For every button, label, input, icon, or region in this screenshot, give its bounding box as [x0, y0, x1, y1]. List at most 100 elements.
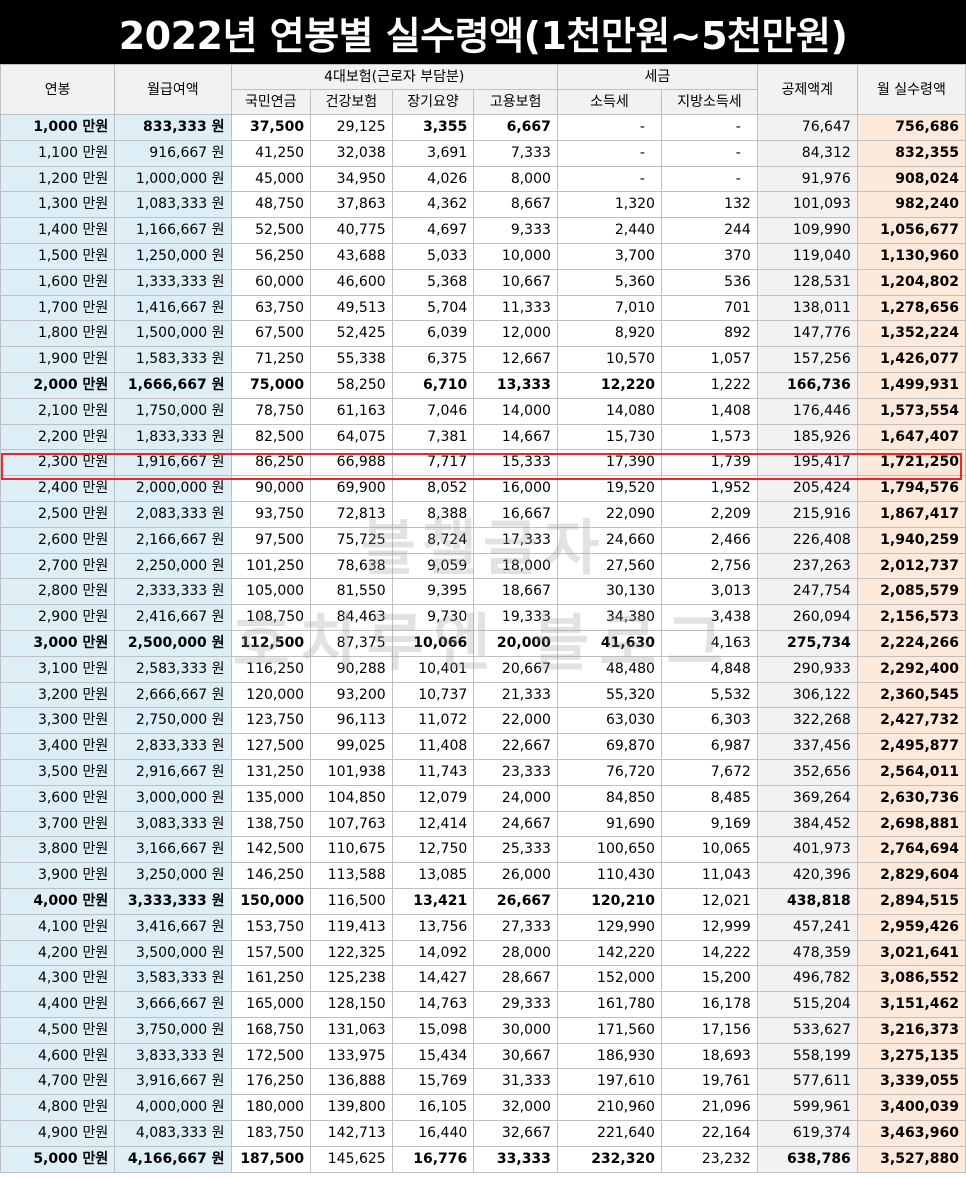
cell-monthly: 2,000,000 원 [114, 475, 232, 502]
cell-local-tax: 11,043 [660, 862, 758, 889]
cell-local-tax: 1,057 [660, 346, 758, 373]
cell-employment: 24,000 [473, 784, 558, 812]
cell-monthly: 3,166,667 원 [114, 836, 232, 864]
cell-longterm: 5,704 [391, 294, 475, 322]
cell-health: 119,413 [310, 913, 393, 941]
cell-local-tax: 4,163 [660, 629, 758, 657]
cell-longterm: 14,092 [391, 939, 475, 967]
cell-pension: 52,500 [230, 217, 312, 244]
cell-monthly: 2,666,667 원 [114, 681, 232, 709]
cell-income-tax: 142,220 [556, 939, 662, 967]
cell-local-tax: 23,232 [660, 1145, 758, 1173]
cell-salary: 1,100 만원 [0, 139, 116, 167]
cell-monthly: 2,500,000 원 [114, 629, 232, 657]
cell-net-monthly: 1,204,802 [856, 268, 966, 296]
cell-deduction-total: 215,916 [756, 500, 858, 528]
cell-income-tax: 2,440 [556, 217, 662, 244]
cell-income-tax: 110,430 [556, 862, 662, 889]
cell-employment: 9,333 [473, 217, 558, 244]
cell-monthly: 3,416,667 원 [114, 913, 232, 941]
cell-monthly: 3,750,000 원 [114, 1016, 232, 1044]
cell-longterm: 4,026 [391, 165, 475, 193]
cell-salary: 1,700 만원 [0, 294, 116, 322]
cell-salary: 4,100 만원 [0, 913, 116, 941]
cell-salary: 3,800 만원 [0, 836, 116, 864]
cell-pension: 63,750 [230, 294, 312, 322]
cell-pension: 127,500 [230, 733, 312, 760]
cell-deduction-total: 384,452 [756, 810, 858, 838]
cell-salary: 4,000 만원 [0, 887, 116, 915]
cell-local-tax: 244 [660, 217, 758, 244]
cell-health: 107,763 [310, 810, 393, 838]
cell-pension: 93,750 [230, 500, 312, 528]
cell-salary: 1,500 만원 [0, 242, 116, 270]
cell-monthly: 2,416,667 원 [114, 604, 232, 631]
cell-health: 142,713 [310, 1120, 393, 1147]
cell-local-tax: 15,200 [660, 965, 758, 993]
cell-monthly: 2,916,667 원 [114, 758, 232, 786]
table-row: 3,200 만원 2,666,667 원 120,000 93,200 10,737 21… [0, 681, 966, 709]
cell-income-tax: 69,870 [556, 733, 662, 760]
table-row: 3,800 만원 3,166,667 원 142,500 110,675 12,750 2… [0, 836, 966, 864]
cell-salary: 3,500 만원 [0, 758, 116, 786]
cell-income-tax: 5,360 [556, 268, 662, 296]
header-monthly: 월급여액 [114, 64, 232, 115]
cell-employment: 13,333 [473, 371, 558, 399]
cell-local-tax: 536 [660, 268, 758, 296]
table-row: 4,200 만원 3,500,000 원 157,500 122,325 14,092 2… [0, 939, 966, 967]
cell-monthly: 1,083,333 원 [114, 191, 232, 219]
cell-employment: 17,333 [473, 526, 558, 554]
table-row: 2,900 만원 2,416,667 원 108,750 84,463 9,730 19,… [0, 604, 966, 631]
cell-health: 99,025 [310, 733, 393, 760]
cell-income-tax: 8,920 [556, 320, 662, 348]
cell-employment: 15,333 [473, 449, 558, 477]
cell-deduction-total: 352,656 [756, 758, 858, 786]
cell-health: 133,975 [310, 1042, 393, 1070]
cell-net-monthly: 2,012,737 [856, 552, 966, 580]
cell-health: 52,425 [310, 320, 393, 348]
table-row: 4,900 만원 4,083,333 원 183,750 142,713 16,440 3… [0, 1120, 966, 1147]
table-row: 1,300 만원 1,083,333 원 48,750 37,863 4,362 8,66… [0, 191, 966, 219]
cell-employment: 26,000 [473, 862, 558, 889]
cell-deduction-total: 247,754 [756, 578, 858, 606]
cell-monthly: 3,583,333 원 [114, 965, 232, 993]
table-row: 1,000 만원 833,333 원 37,500 29,125 3,355 6,667-… [0, 114, 966, 141]
cell-income-tax: 24,660 [556, 526, 662, 554]
cell-employment: 28,667 [473, 965, 558, 993]
cell-pension: 67,500 [230, 320, 312, 348]
cell-salary: 1,800 만원 [0, 320, 116, 348]
cell-health: 131,063 [310, 1016, 393, 1044]
cell-health: 66,988 [310, 449, 393, 477]
cell-income-tax: 91,690 [556, 810, 662, 838]
cell-health: 78,638 [310, 552, 393, 580]
cell-net-monthly: 3,400,039 [856, 1094, 966, 1122]
header-insurance-group: 4대보험(근로자 부담분) [230, 64, 558, 90]
cell-salary: 3,200 만원 [0, 681, 116, 709]
cell-income-tax: 84,850 [556, 784, 662, 812]
cell-longterm: 16,776 [391, 1145, 475, 1173]
cell-income-tax: 171,560 [556, 1016, 662, 1044]
cell-employment: 22,667 [473, 733, 558, 760]
cell-net-monthly: 2,698,881 [856, 810, 966, 838]
cell-pension: 168,750 [230, 1016, 312, 1044]
cell-pension: 112,500 [230, 629, 312, 657]
table-row: 4,700 만원 3,916,667 원 176,250 136,888 15,769 3… [0, 1068, 966, 1096]
cell-health: 84,463 [310, 604, 393, 631]
cell-employment: 26,667 [473, 887, 558, 915]
cell-deduction-total: 275,734 [756, 629, 858, 657]
cell-monthly: 4,000,000 원 [114, 1094, 232, 1122]
cell-health: 116,500 [310, 887, 393, 915]
cell-net-monthly: 3,463,960 [856, 1120, 966, 1147]
cell-health: 49,513 [310, 294, 393, 322]
cell-employment: 12,000 [473, 320, 558, 348]
cell-monthly: 3,000,000 원 [114, 784, 232, 812]
cell-net-monthly: 2,959,426 [856, 913, 966, 941]
cell-pension: 86,250 [230, 449, 312, 477]
cell-longterm: 8,052 [391, 475, 475, 502]
cell-employment: 32,667 [473, 1120, 558, 1147]
cell-net-monthly: 3,275,135 [856, 1042, 966, 1070]
cell-pension: 172,500 [230, 1042, 312, 1070]
cell-health: 104,850 [310, 784, 393, 812]
cell-health: 32,038 [310, 139, 393, 167]
cell-health: 75,725 [310, 526, 393, 554]
